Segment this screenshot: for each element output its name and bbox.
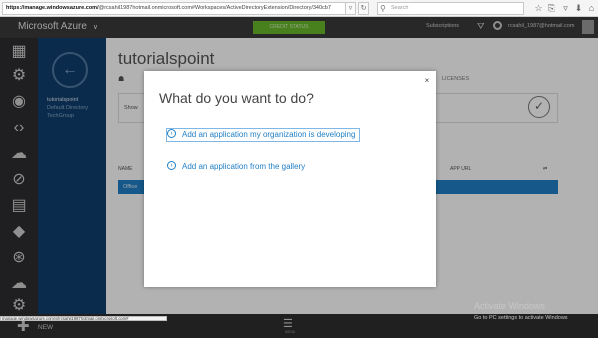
address-bar[interactable]: https://manage.windowsazure.com/@rcsahil…: [2, 2, 354, 15]
option-label: Add an application from the gallery: [182, 162, 306, 171]
dialog-title: What do you want to do?: [159, 90, 314, 106]
search-input[interactable]: ⚲ Search: [377, 2, 524, 15]
bookmark-star-icon[interactable]: ☆: [533, 2, 544, 15]
option-add-gallery-app[interactable]: › Add an application from the gallery: [167, 161, 305, 173]
url-host: https://manage.windowsazure.com/: [6, 5, 99, 11]
url-dropdown-icon[interactable]: ▿: [345, 2, 356, 15]
option-label: Add an application my organization is de…: [182, 130, 356, 139]
add-application-dialog: × What do you want to do? › Add an applic…: [144, 71, 436, 287]
option-add-developing-app[interactable]: › Add an application my organization is d…: [165, 128, 361, 142]
status-url-tooltip: manage.windowsazure.com/@rcsahil1987hotm…: [0, 316, 167, 321]
close-icon[interactable]: ×: [422, 76, 432, 86]
download-icon[interactable]: ⬇: [573, 2, 584, 15]
url-path: @rcsahil1987hotmail.onmicrosoft.com#Work…: [98, 5, 331, 11]
browser-toolbar: https://manage.windowsazure.com/@rcsahil…: [0, 0, 598, 17]
home-icon[interactable]: ⌂: [586, 2, 597, 15]
pocket-icon[interactable]: ▿: [560, 2, 571, 15]
search-placeholder: Search: [391, 5, 409, 11]
reload-icon[interactable]: ↻: [358, 2, 369, 15]
arrow-right-circle-icon: ›: [167, 129, 176, 139]
activation-watermark-subtitle: Go to PC settings to activate Windows: [474, 315, 568, 321]
arrow-right-circle-icon: ›: [167, 161, 176, 171]
search-icon: ⚲: [380, 4, 386, 13]
activation-watermark-title: Activate Windows: [474, 301, 546, 311]
bookmarks-list-icon[interactable]: ⎘: [546, 2, 557, 15]
